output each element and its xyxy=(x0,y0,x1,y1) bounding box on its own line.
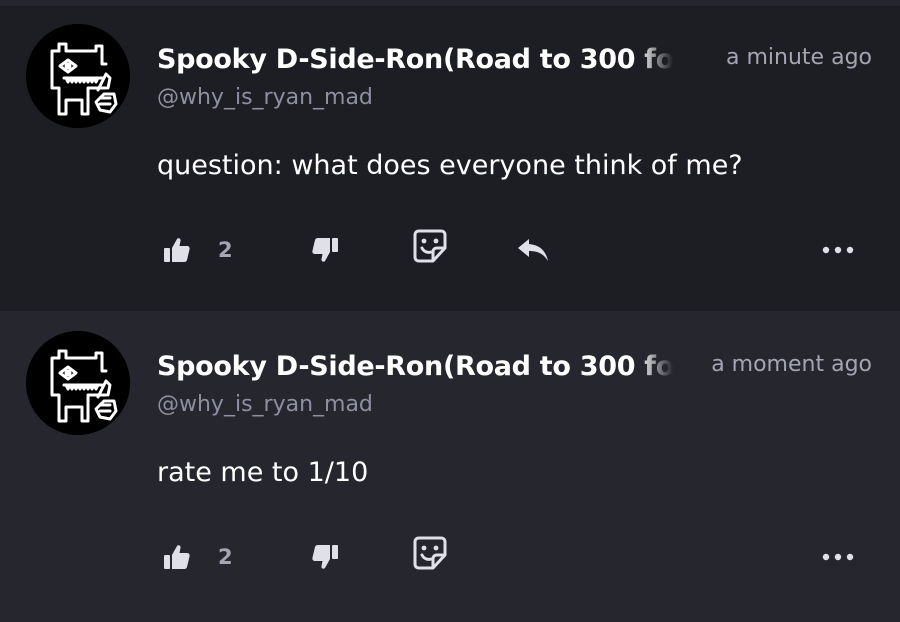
post-timestamp: a moment ago xyxy=(711,352,872,377)
author-name-container[interactable]: Spooky D-Side-Ron(Road to 300 followers) xyxy=(157,40,682,80)
author-name[interactable]: Spooky D-Side-Ron(Road to 300 followers) xyxy=(157,44,682,75)
like-count: 2 xyxy=(218,238,233,262)
dislike-button[interactable] xyxy=(311,539,339,575)
avatar-drawing-icon xyxy=(26,331,130,435)
more-options-button[interactable] xyxy=(822,539,854,575)
comment-feed: Spooky D-Side-Ron(Road to 300 followers)… xyxy=(0,0,900,622)
author-name-fade xyxy=(638,40,682,80)
thumbs-up-icon xyxy=(164,545,190,569)
more-dots-icon xyxy=(822,246,854,254)
thumbs-down-icon xyxy=(312,238,338,262)
like-button[interactable]: 2 xyxy=(163,539,233,575)
emoji-sticker-icon xyxy=(413,536,447,570)
comment-post: Spooky D-Side-Ron(Road to 300 followers)… xyxy=(0,6,900,311)
emoji-reaction-button[interactable] xyxy=(413,228,447,264)
author-name-container[interactable]: Spooky D-Side-Ron(Road to 300 followers) xyxy=(157,347,682,387)
more-options-button[interactable] xyxy=(822,232,854,268)
author-name-fade xyxy=(638,347,682,387)
thumbs-down-icon xyxy=(312,545,338,569)
like-button[interactable]: 2 xyxy=(163,232,233,268)
emoji-reaction-button[interactable] xyxy=(413,535,447,571)
reply-arrow-icon xyxy=(518,239,548,261)
dislike-button[interactable] xyxy=(311,232,339,268)
avatar[interactable] xyxy=(26,24,130,128)
post-text: question: what does everyone think of me… xyxy=(157,150,743,181)
comment-post: Spooky D-Side-Ron(Road to 300 followers)… xyxy=(0,313,900,622)
author-name[interactable]: Spooky D-Side-Ron(Road to 300 followers) xyxy=(157,351,682,382)
more-dots-icon xyxy=(822,553,854,561)
like-count: 2 xyxy=(218,545,233,569)
thumbs-up-icon xyxy=(164,238,190,262)
avatar-drawing-icon xyxy=(26,24,130,128)
author-handle[interactable]: @why_is_ryan_mad xyxy=(157,391,373,419)
avatar[interactable] xyxy=(26,331,130,435)
author-handle[interactable]: @why_is_ryan_mad xyxy=(157,84,373,112)
post-timestamp: a minute ago xyxy=(726,45,872,70)
reply-button[interactable] xyxy=(516,232,550,268)
emoji-sticker-icon xyxy=(413,229,447,263)
post-text: rate me to 1/10 xyxy=(157,457,369,488)
